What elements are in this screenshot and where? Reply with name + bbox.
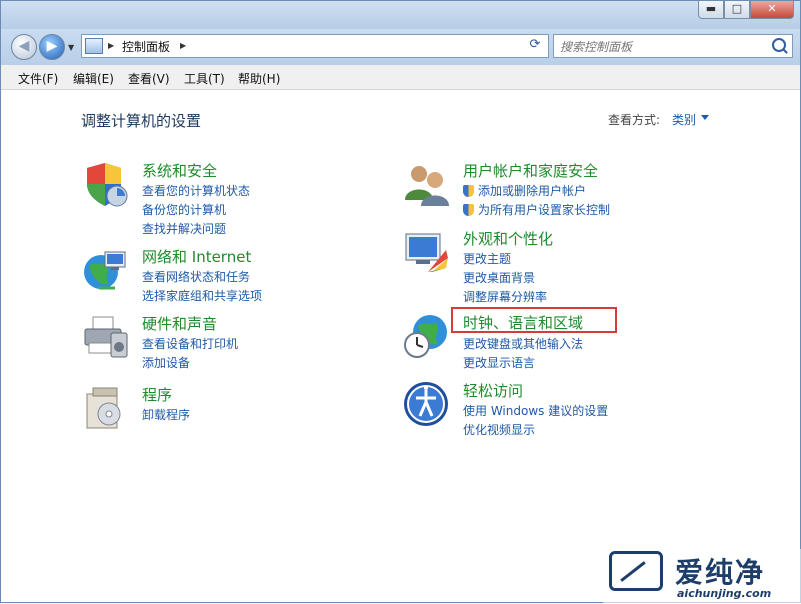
menu-file[interactable]: 文件(F)	[18, 70, 58, 87]
shield-icon	[87, 163, 128, 207]
refresh-icon: ⟳	[529, 37, 541, 52]
category-title-user-accounts[interactable]: 用户帐户和家庭安全	[463, 160, 598, 181]
page-title: 调整计算机的设置	[81, 112, 202, 130]
watermark-name: 爱纯净	[675, 556, 766, 589]
link-view-devices-printers[interactable]: 查看设备和打印机	[142, 335, 238, 352]
search-input[interactable]	[558, 37, 762, 57]
category-network-internet: 网络和 Internet 查看网络状态和任务 选择家庭组和共享选项	[81, 246, 341, 306]
category-title-appearance[interactable]: 外观和个性化	[463, 228, 553, 249]
watermark: 爱纯净 aichunjing.com	[603, 549, 801, 604]
link-add-device[interactable]: 添加设备	[142, 354, 190, 371]
view-by-chevron-icon[interactable]	[701, 115, 709, 120]
link-homegroup-sharing[interactable]: 选择家庭组和共享选项	[142, 287, 262, 304]
control-panel-window: ▬ □ ✕ ◀ ▶ ▼ ▶ 控制面板 ▶ ▼ ⟳ 文件(F) 编辑(E) 查	[0, 0, 801, 604]
category-user-accounts: 用户帐户和家庭安全 添加或删除用户帐户 为所有用户设置家长控制	[402, 160, 702, 220]
menu-bar: 文件(F) 编辑(E) 查看(V) 工具(T) 帮助(H)	[1, 65, 800, 90]
recent-pages-dropdown[interactable]: ▼	[68, 43, 74, 52]
menu-edit[interactable]: 编辑(E)	[73, 70, 114, 87]
link-optimize-visual-display[interactable]: 优化视频显示	[463, 421, 535, 438]
uac-shield-icon	[463, 204, 474, 216]
network-globe-icon	[84, 251, 126, 290]
menu-tools[interactable]: 工具(T)	[184, 70, 225, 87]
accessibility-icon	[404, 382, 448, 426]
users-icon	[405, 166, 449, 206]
category-appearance: 外观和个性化 更改主题 更改桌面背景 调整屏幕分辨率	[402, 228, 702, 308]
menu-view[interactable]: 查看(V)	[128, 70, 170, 87]
link-find-fix-problems[interactable]: 查找并解决问题	[142, 220, 226, 237]
breadcrumb-separator[interactable]: ▶	[108, 41, 114, 50]
search-icon[interactable]	[772, 38, 786, 52]
category-title-ease-of-access[interactable]: 轻松访问	[463, 380, 523, 401]
link-backup-computer[interactable]: 备份您的计算机	[142, 201, 226, 218]
watermark-url: aichunjing.com	[677, 587, 772, 600]
arrow-right-icon: ▶	[46, 38, 58, 54]
link-label: 添加或删除用户帐户	[478, 184, 587, 198]
link-change-theme[interactable]: 更改主题	[463, 250, 511, 267]
printer-icon	[84, 316, 128, 358]
clock-globe-icon	[404, 315, 447, 358]
link-parental-controls[interactable]: 为所有用户设置家长控制	[463, 201, 610, 218]
view-by-dropdown[interactable]: 类别	[672, 111, 696, 128]
category-hardware-sound: 硬件和声音 查看设备和打印机 添加设备	[81, 313, 341, 373]
forward-button[interactable]: ▶	[39, 34, 65, 60]
link-recommended-settings[interactable]: 使用 Windows 建议的设置	[463, 402, 608, 419]
category-title-programs[interactable]: 程序	[142, 384, 172, 405]
highlight-box	[451, 307, 617, 333]
search-box[interactable]	[553, 34, 793, 58]
appearance-monitor-icon	[405, 233, 448, 272]
uac-shield-icon	[463, 185, 474, 197]
link-adjust-resolution[interactable]: 调整屏幕分辨率	[463, 288, 547, 305]
refresh-button[interactable]: ⟳	[523, 34, 547, 58]
link-change-desktop-background[interactable]: 更改桌面背景	[463, 269, 535, 286]
navigation-bar: ◀ ▶ ▼ ▶ 控制面板 ▶ ▼ ⟳	[1, 29, 800, 65]
breadcrumb-control-panel[interactable]: 控制面板	[122, 38, 170, 55]
menu-help[interactable]: 帮助(H)	[238, 70, 280, 87]
breadcrumb-separator[interactable]: ▶	[180, 41, 186, 50]
watermark-logo-icon	[609, 551, 663, 591]
view-by-label: 查看方式:	[608, 113, 661, 127]
close-button[interactable]: ✕	[750, 1, 794, 19]
address-bar[interactable]: ▶ 控制面板 ▶ ▼	[81, 34, 586, 58]
control-panel-icon	[85, 38, 103, 54]
link-view-network-status[interactable]: 查看网络状态和任务	[142, 268, 250, 285]
category-title-system-security[interactable]: 系统和安全	[142, 160, 217, 181]
link-add-remove-users[interactable]: 添加或删除用户帐户	[463, 182, 586, 199]
category-title-network-internet[interactable]: 网络和 Internet	[142, 246, 251, 267]
back-button[interactable]: ◀	[11, 34, 37, 60]
link-change-display-language[interactable]: 更改显示语言	[463, 354, 535, 371]
category-ease-of-access: 轻松访问 使用 Windows 建议的设置 优化视频显示	[402, 380, 702, 440]
programs-icon	[86, 387, 121, 429]
category-system-security: 系统和安全 查看您的计算机状态 备份您的计算机 查找并解决问题	[81, 160, 341, 240]
title-bar: ▬ □ ✕	[1, 1, 800, 29]
maximize-button[interactable]: □	[724, 1, 750, 19]
arrow-left-icon: ◀	[18, 38, 30, 54]
link-change-keyboards[interactable]: 更改键盘或其他输入法	[463, 335, 583, 352]
minimize-button[interactable]: ▬	[698, 1, 724, 19]
category-title-hardware-sound[interactable]: 硬件和声音	[142, 313, 217, 334]
link-uninstall-program[interactable]: 卸载程序	[142, 406, 190, 423]
link-view-computer-status[interactable]: 查看您的计算机状态	[142, 182, 250, 199]
main-content: 调整计算机的设置 查看方式: 类别 系统和安全 查看您的计算机状态 备份您的计算…	[1, 90, 800, 602]
window-controls: ▬ □ ✕	[698, 1, 794, 21]
link-label: 为所有用户设置家长控制	[478, 203, 611, 217]
category-programs: 程序 卸载程序	[81, 384, 341, 434]
